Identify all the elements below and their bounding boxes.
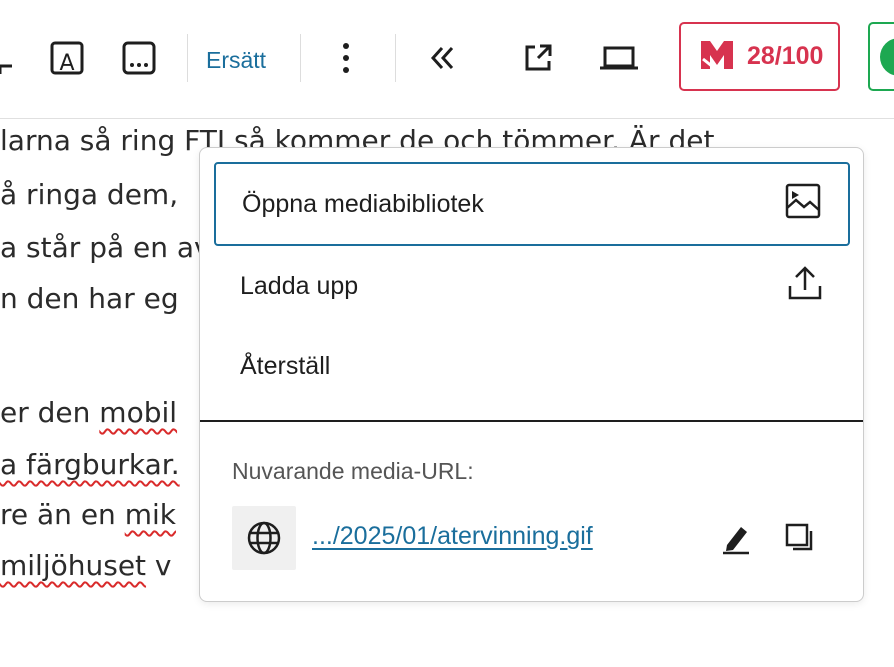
toolbar-divider	[300, 34, 301, 82]
menu-item-label: Ladda upp	[240, 271, 359, 300]
paragraph-line: å ringa dem,	[0, 178, 179, 211]
upload-item[interactable]: Ladda upp	[214, 244, 850, 328]
paragraph-line: miljöhuset v	[0, 549, 172, 582]
green-plugin-button[interactable]	[868, 22, 894, 91]
text-overlay-icon[interactable]: A	[46, 38, 88, 78]
media-replace-popover: Öppna mediabibliotek Ladda upp Återställ…	[199, 147, 864, 602]
svg-text:A: A	[59, 51, 74, 76]
open-external-icon[interactable]	[516, 38, 560, 78]
open-media-library-item[interactable]: Öppna mediabibliotek	[214, 162, 850, 246]
laptop-preview-icon[interactable]	[596, 38, 642, 78]
spelling-error: miljöhuset	[0, 549, 147, 582]
edit-pencil-icon[interactable]	[714, 516, 758, 560]
yoast-seo-icon	[699, 37, 735, 77]
yoast-seo-score-button[interactable]: 28/100	[679, 22, 840, 91]
upload-icon	[786, 264, 824, 309]
paragraph-line: er den mobil	[0, 396, 178, 429]
seo-score: 28/100	[747, 42, 824, 70]
popover-divider	[200, 420, 863, 422]
current-media-url-label: Nuvarande media-URL:	[232, 458, 474, 484]
spelling-error: mobil	[99, 396, 178, 429]
paragraph-line: a färgburkar.	[0, 448, 180, 481]
menu-item-label: Återställ	[240, 351, 331, 380]
collapse-double-chevron-icon[interactable]	[420, 38, 464, 78]
more-horizontal-box-icon[interactable]	[118, 38, 160, 78]
crop-icon[interactable]	[0, 36, 18, 80]
block-toolbar: A Ersätt 28/100	[0, 0, 894, 119]
copy-icon[interactable]	[778, 516, 822, 560]
more-vertical-icon[interactable]	[326, 36, 366, 80]
globe-icon	[232, 506, 296, 570]
green-plugin-icon	[880, 38, 894, 76]
menu-item-label: Öppna mediabibliotek	[242, 189, 484, 218]
spelling-error: mik	[124, 498, 176, 531]
paragraph-line: a står på en av	[0, 231, 211, 264]
current-media-url-link[interactable]: .../2025/01/atervinning.gif	[312, 522, 593, 551]
spelling-error: a färgburkar.	[0, 448, 180, 481]
image-icon	[784, 182, 822, 227]
reset-item[interactable]: Återställ	[214, 324, 850, 408]
toolbar-divider	[395, 34, 396, 82]
paragraph-line: n den har eg	[0, 282, 179, 315]
replace-button[interactable]: Ersätt	[206, 42, 266, 78]
toolbar-divider	[187, 34, 188, 82]
paragraph-line: re än en mik	[0, 498, 176, 531]
